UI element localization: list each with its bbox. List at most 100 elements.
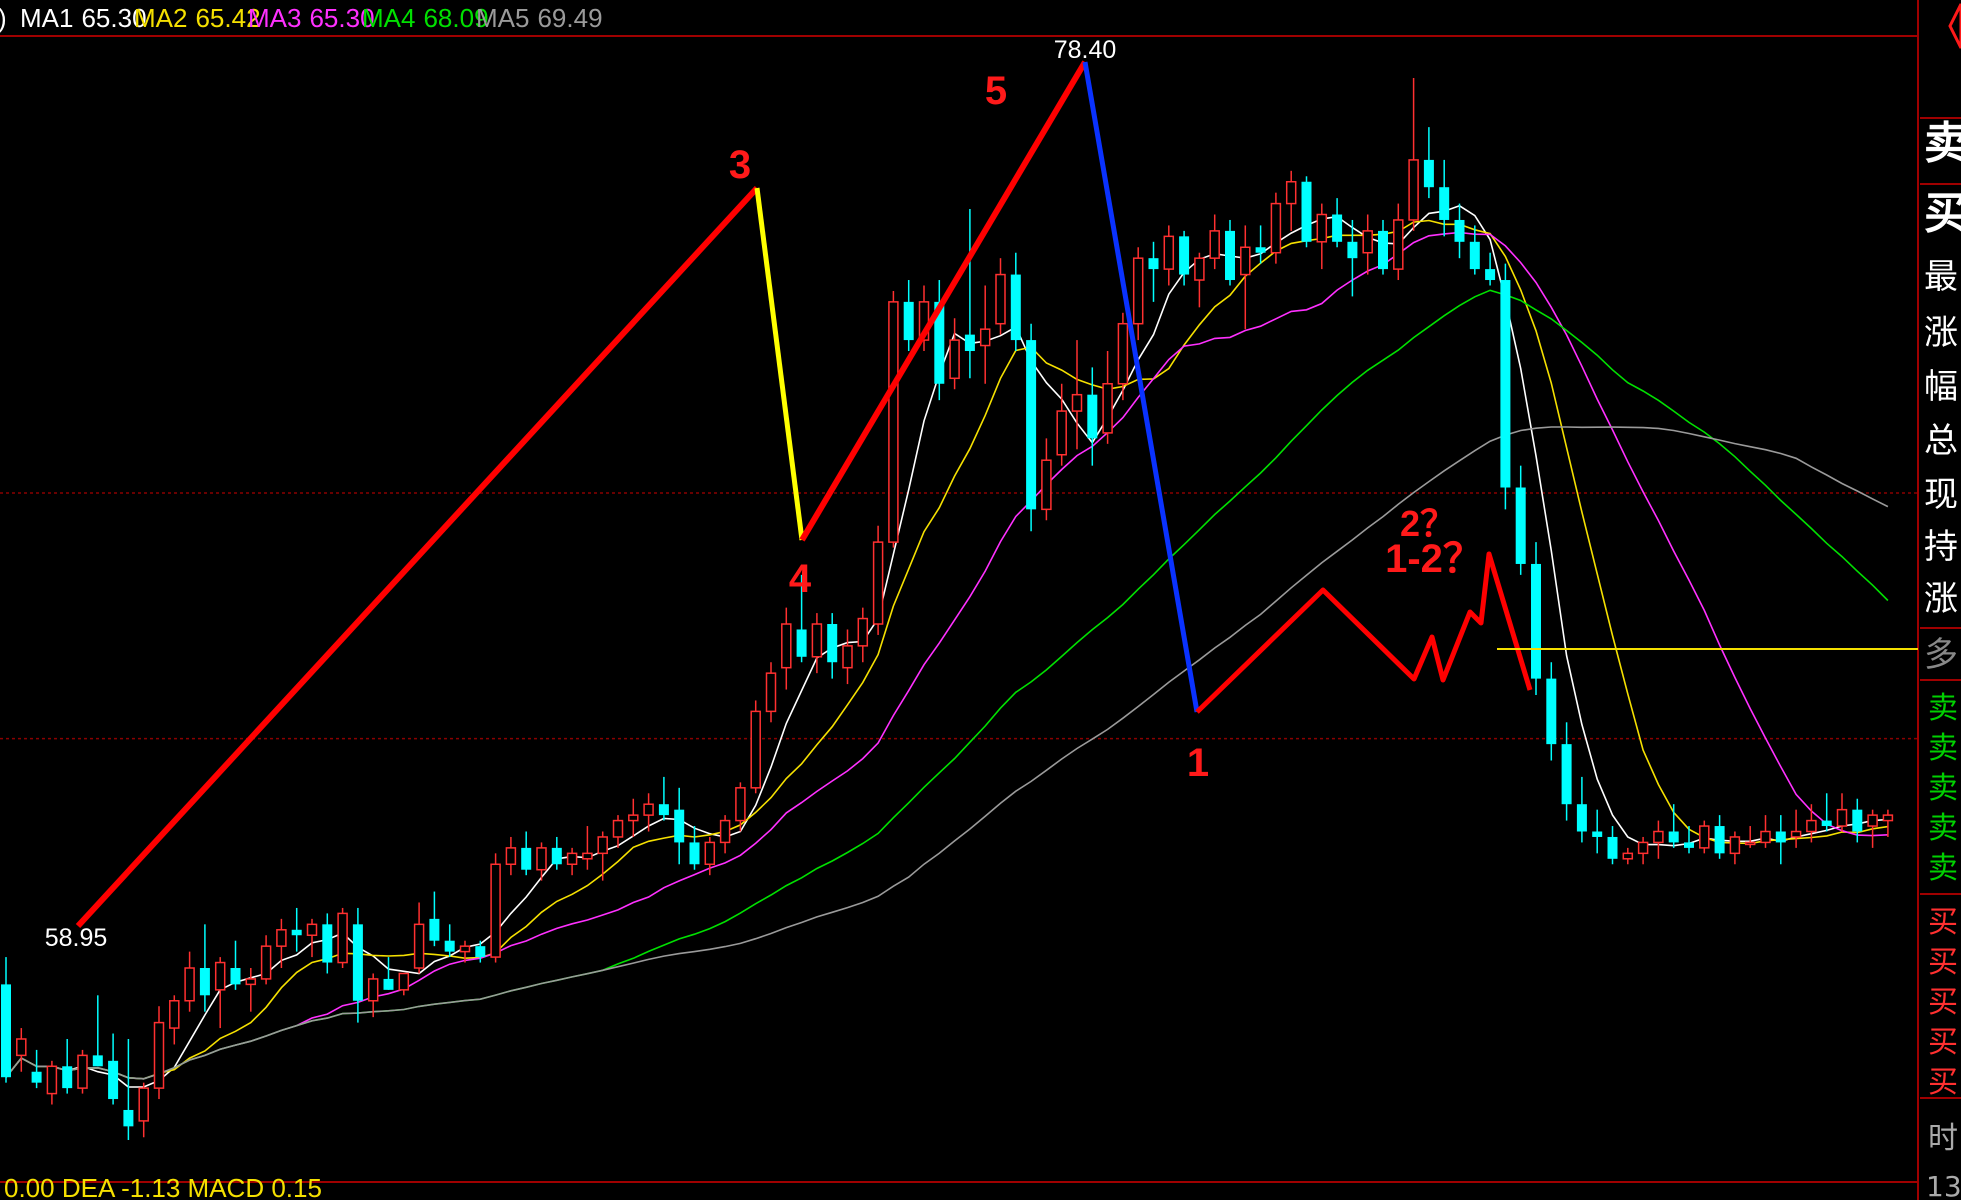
ma-line-ma1 xyxy=(5,204,1888,1088)
candle-body-3 xyxy=(46,1065,58,1095)
label-layer: 78.40 58.95 xyxy=(45,36,1117,952)
wave-label-2: 5 xyxy=(985,69,1007,113)
candle-body-123 xyxy=(1882,814,1894,822)
candle-body-110 xyxy=(1684,842,1694,848)
candle-body-87 xyxy=(1332,214,1343,242)
candle-body-106 xyxy=(1622,852,1634,860)
candle-body-121 xyxy=(1852,809,1863,832)
candle-body-76 xyxy=(1163,235,1175,270)
candle-body-95 xyxy=(1454,219,1465,242)
candle-body-88 xyxy=(1347,241,1358,259)
wave-annotation-layer: 34512？1-2？ xyxy=(75,60,1918,929)
candle-body-51 xyxy=(781,623,792,669)
candle-body-113 xyxy=(1729,836,1741,855)
candle-body-82 xyxy=(1255,247,1266,253)
side-item-top-8: 涨 xyxy=(1924,579,1958,619)
candle-body-28 xyxy=(429,918,440,941)
side-buy-0: 买 xyxy=(1928,905,1958,940)
wave-label-5: 1-2？ xyxy=(1385,537,1483,581)
candle-body-112 xyxy=(1714,826,1725,854)
candle-body-32 xyxy=(490,863,501,958)
candle-body-48 xyxy=(735,787,746,822)
ma-legend-label: MA1 xyxy=(20,3,73,33)
candle-body-78 xyxy=(1194,257,1205,281)
candle-body-55 xyxy=(842,645,853,669)
candle-body-7 xyxy=(108,1060,119,1100)
ma-legend-label: MA5 xyxy=(476,3,529,33)
candle-body-47 xyxy=(719,819,731,844)
candle-body-54 xyxy=(827,624,838,663)
stock-chart: 34512？1-2？ 78.4058.95 )MA165.30MA265.42M… xyxy=(0,0,1961,1200)
candle-body-24 xyxy=(367,978,379,1002)
candle-body-118 xyxy=(1806,819,1817,833)
candle-body-1 xyxy=(16,1038,27,1057)
candle-body-49 xyxy=(750,710,761,789)
candle-body-38 xyxy=(582,852,593,860)
candle-body-79 xyxy=(1209,230,1220,259)
candle-body-36 xyxy=(551,847,562,865)
grid-layer xyxy=(0,0,1919,1200)
candle-body-98 xyxy=(1500,280,1511,488)
candle-body-52 xyxy=(796,629,807,657)
candle-body-41 xyxy=(628,814,639,822)
candle-body-31 xyxy=(475,946,486,958)
macd-indicator-text: 0.00 DEA -1.13 MACD 0.15 xyxy=(4,1173,322,1200)
candle-body-20 xyxy=(306,923,318,936)
side-item-top-9: 多 xyxy=(1924,635,1958,675)
ma-line-ma4 xyxy=(5,289,1889,1080)
candle-body-8 xyxy=(123,1109,134,1127)
ma-legend-ma3: MA3 65.30 xyxy=(248,3,375,33)
ma-legend-label: MA3 xyxy=(248,3,301,33)
candle-body-97 xyxy=(1485,269,1496,281)
candle-body-26 xyxy=(398,972,410,991)
candle-body-40 xyxy=(612,819,624,838)
candle-body-91 xyxy=(1393,219,1404,270)
side-item-top-1: 买 xyxy=(1924,188,1961,239)
candle-body-99 xyxy=(1515,487,1526,564)
indicator-footer: 0.00 DEA -1.13 MACD 0.15 xyxy=(4,1173,322,1200)
candle-body-90 xyxy=(1378,230,1388,270)
wave-3-4-line xyxy=(754,187,805,541)
side-item-top-0: 卖 xyxy=(1924,118,1961,169)
ma-legend-label: MA2 xyxy=(134,3,187,33)
candle-body-27 xyxy=(413,923,425,969)
side-item-top-7: 持 xyxy=(1924,527,1958,567)
side-panel[interactable]: 卖买最涨幅总现持涨多卖卖卖卖卖买买买买买时13 xyxy=(1920,0,1961,1200)
ma-legend-ma5: MA5 69.49 xyxy=(476,3,603,33)
candle-body-119 xyxy=(1821,820,1832,827)
candle-body-4 xyxy=(62,1066,73,1089)
side-item-top-2: 最 xyxy=(1924,257,1958,297)
candle-body-13 xyxy=(199,968,210,996)
candle-body-6 xyxy=(92,1055,103,1067)
max-price-label: 78.40 xyxy=(1054,36,1117,64)
candle-body-21 xyxy=(322,924,333,963)
candle-body-77 xyxy=(1179,236,1190,275)
candle-body-102 xyxy=(1561,744,1572,805)
candle-body-73 xyxy=(1117,322,1129,385)
candle-body-44 xyxy=(674,809,685,843)
candle-body-14 xyxy=(214,961,226,991)
header-prefix: ) xyxy=(0,3,7,33)
candle-body-16 xyxy=(245,978,257,986)
candle-body-86 xyxy=(1316,213,1328,243)
candle-body-18 xyxy=(276,929,287,947)
side-item-top-3: 涨 xyxy=(1924,313,1958,353)
ma-legend-value: 69.49 xyxy=(537,3,602,33)
side-buy-2: 买 xyxy=(1928,985,1958,1020)
candle-body-120 xyxy=(1836,808,1848,827)
wave-label-3: 1 xyxy=(1187,741,1209,785)
candle-body-85 xyxy=(1301,181,1312,242)
candle-body-15 xyxy=(230,968,241,985)
candle-body-56 xyxy=(857,617,869,647)
candle-body-109 xyxy=(1668,831,1679,843)
candle-body-10 xyxy=(153,1021,165,1089)
side-sell-1: 卖 xyxy=(1928,731,1958,766)
candle-body-42 xyxy=(643,803,654,816)
wave-1-3-line xyxy=(75,185,760,929)
candlestick-chart-svg: 34512？1-2？ 78.4058.95 )MA165.30MA265.42M… xyxy=(0,0,1961,1200)
candle-body-81 xyxy=(1240,246,1251,276)
candle-body-5 xyxy=(77,1054,88,1089)
side-buy-3: 买 xyxy=(1928,1025,1958,1060)
candle-body-105 xyxy=(1607,836,1618,859)
candle-body-25 xyxy=(383,978,394,990)
